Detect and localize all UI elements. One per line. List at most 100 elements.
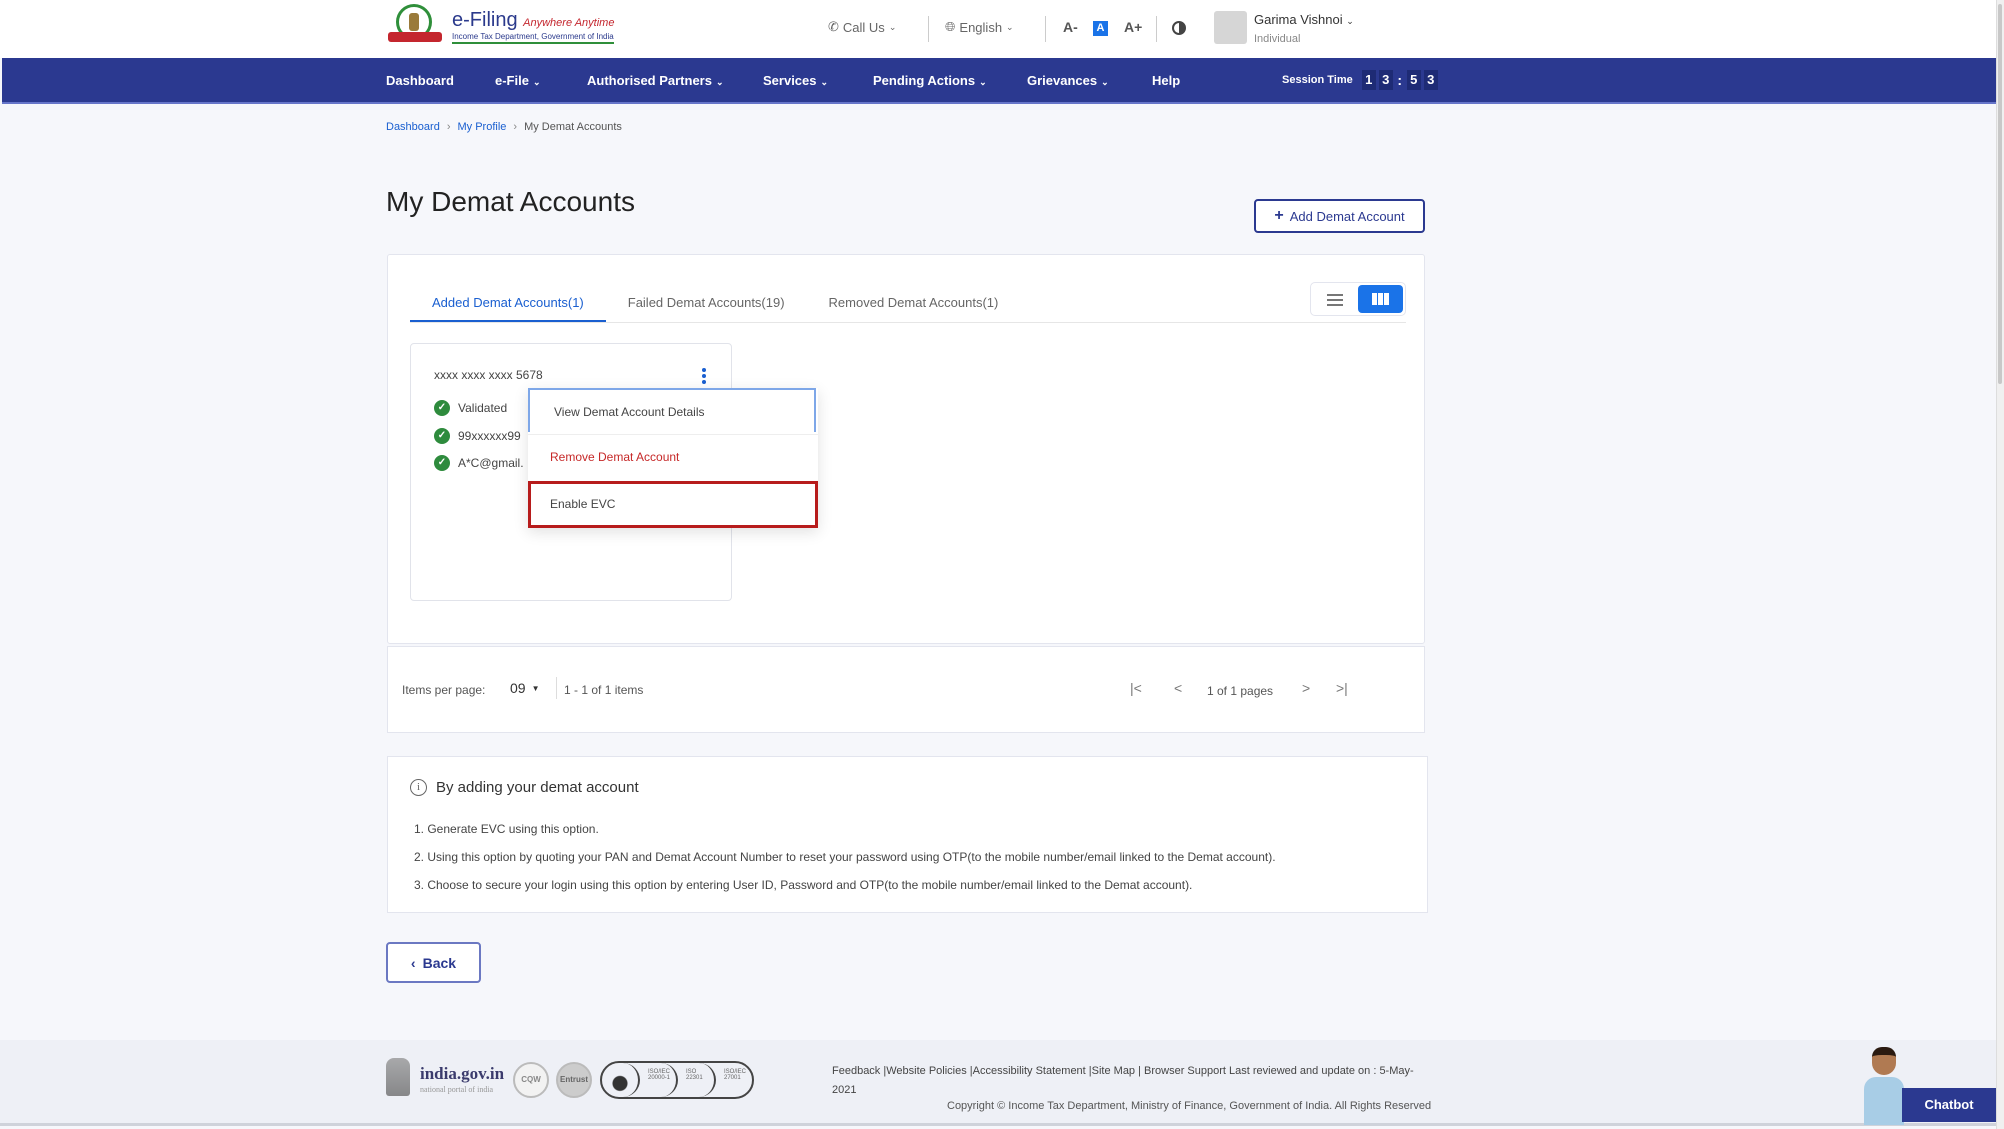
menu-remove-demat-account[interactable]: Remove Demat Account	[528, 434, 818, 478]
divider	[1156, 16, 1157, 42]
info-heading-text: By adding your demat account	[436, 779, 639, 796]
add-button-label: Add Demat Account	[1289, 208, 1405, 224]
nav-label: e-File	[495, 73, 529, 88]
nav-grievances[interactable]: Grievances ⌄	[1027, 73, 1109, 88]
session-digit: 3	[1378, 70, 1393, 90]
emblem-icon	[386, 4, 446, 48]
logo-subtitle: Income Tax Department, Government of Ind…	[452, 31, 614, 41]
logo-title: e-Filing	[452, 8, 518, 31]
account-status-validated: ✓ Validated	[434, 400, 507, 416]
chevron-down-icon: ⌄	[820, 77, 829, 87]
info-icon: i	[410, 779, 427, 796]
certification-badges: ISO/IEC 20000-1 ISO 22301 ISO/IEC 27001	[600, 1061, 754, 1099]
national-emblem-icon	[386, 1058, 410, 1096]
main-nav: Dashboard e-File ⌄ Authorised Partners ⌄ S…	[2, 58, 1996, 104]
call-us-dropdown[interactable]: ✆ Call Us ⌄	[828, 19, 896, 35]
language-dropdown[interactable]: 🌐︎ English ⌄	[945, 19, 1014, 35]
nav-help[interactable]: Help	[1152, 73, 1180, 88]
chatbot-avatar-icon[interactable]	[1862, 1047, 1906, 1125]
nav-label: Dashboard	[386, 73, 454, 88]
contrast-toggle-icon[interactable]	[1172, 21, 1186, 35]
caret-down-icon: ▼	[531, 683, 540, 693]
account-email: ✓ A*C@gmail.	[434, 455, 524, 471]
nav-services[interactable]: Services ⌄	[763, 73, 828, 88]
font-increase-button[interactable]: A+	[1124, 19, 1142, 35]
session-colon: :	[1397, 72, 1403, 88]
view-toggle	[1310, 282, 1406, 316]
chevron-down-icon: ⌄	[888, 21, 897, 32]
pagination-bar: Items per page: 09 ▼ 1 - 1 of 1 items |<…	[387, 646, 1425, 733]
chevron-right-icon: ›	[446, 121, 451, 133]
globe-icon: 🌐︎	[945, 19, 956, 34]
breadcrumb-dashboard[interactable]: Dashboard	[386, 121, 440, 133]
chevron-left-icon: ‹	[410, 954, 416, 971]
nav-label: Services	[763, 73, 817, 88]
info-line: 2. Using this option by quoting your PAN…	[414, 850, 1276, 864]
session-label: Session Time	[1282, 74, 1353, 86]
back-button[interactable]: ‹ Back	[386, 942, 481, 983]
more-options-icon[interactable]	[701, 368, 707, 384]
user-menu[interactable]: Garima Vishnoi ⌄	[1254, 12, 1354, 27]
chevron-down-icon: ⌄	[979, 77, 987, 87]
items-per-page-label: Items per page:	[402, 683, 486, 697]
back-label: Back	[422, 954, 457, 971]
account-mobile: ✓ 99xxxxxx99	[434, 428, 521, 444]
footer: india.gov.in national portal of india CQ…	[0, 1040, 1996, 1126]
page-info: 1 of 1 pages	[1207, 684, 1274, 698]
page-title: My Demat Accounts	[386, 186, 635, 217]
scrollbar-thumb[interactable]	[1998, 4, 2002, 384]
chevron-down-icon: ⌄	[532, 77, 541, 87]
last-page-icon[interactable]: >|	[1336, 680, 1348, 696]
chevron-down-icon: ⌄	[1346, 16, 1354, 26]
add-demat-account-button[interactable]: + Add Demat Account	[1254, 199, 1425, 233]
entrust-badge-icon: Entrust	[556, 1062, 592, 1098]
check-circle-icon: ✓	[434, 428, 450, 444]
breadcrumb: Dashboard › My Profile › My Demat Accoun…	[386, 121, 622, 133]
nav-label: Help	[1152, 73, 1181, 88]
avatar[interactable]	[1214, 11, 1247, 44]
chevron-down-icon: ⌄	[715, 77, 724, 87]
grid-view-icon[interactable]	[1358, 285, 1403, 313]
status-text: Validated	[458, 401, 508, 415]
next-page-icon[interactable]: >	[1302, 680, 1310, 696]
user-name: Garima Vishnoi	[1254, 12, 1343, 27]
session-timer: Session Time 1 3 : 5 3	[1282, 70, 1438, 90]
nav-label: Grievances	[1027, 73, 1098, 88]
breadcrumb-my-profile[interactable]: My Profile	[458, 121, 507, 133]
menu-view-demat-details[interactable]: View Demat Account Details	[528, 388, 816, 432]
font-decrease-button[interactable]: A-	[1063, 19, 1078, 35]
footer-links[interactable]: Feedback |Website Policies |Accessibilit…	[832, 1062, 1422, 1100]
tab-removed-demat-accounts[interactable]: Removed Demat Accounts(1)	[807, 283, 1021, 323]
nav-authorised-partners[interactable]: Authorised Partners ⌄	[587, 73, 724, 88]
divider	[1045, 16, 1046, 42]
items-per-page-select[interactable]: 09 ▼	[510, 680, 540, 696]
language-label: English	[959, 19, 1003, 35]
nav-efile[interactable]: e-File ⌄	[495, 73, 541, 88]
tab-failed-demat-accounts[interactable]: Failed Demat Accounts(19)	[606, 283, 807, 323]
nav-pending-actions[interactable]: Pending Actions ⌄	[873, 73, 987, 88]
session-digit: 5	[1406, 70, 1421, 90]
font-default-button[interactable]: A	[1093, 21, 1108, 36]
nav-label: Pending Actions	[873, 73, 976, 88]
menu-enable-evc[interactable]: Enable EVC	[528, 481, 818, 528]
chatbot-button[interactable]: Chatbot	[1902, 1088, 1996, 1122]
check-circle-icon: ✓	[434, 400, 450, 416]
first-page-icon[interactable]: |<	[1130, 680, 1142, 696]
phone-icon: ✆	[828, 19, 839, 34]
list-view-icon[interactable]	[1321, 291, 1349, 309]
prev-page-icon[interactable]: <	[1174, 680, 1182, 696]
india-gov-link[interactable]: india.gov.in	[420, 1064, 504, 1084]
tab-bar: Added Demat Accounts(1) Failed Demat Acc…	[410, 283, 1020, 323]
iso-cert-icon: ISO/IEC 20000-1	[640, 1063, 678, 1097]
iso-cert-icon: ISO 22301	[678, 1063, 716, 1097]
chevron-right-icon: ›	[513, 121, 518, 133]
breadcrumb-current: My Demat Accounts	[524, 121, 622, 133]
account-options-menu: View Demat Account Details Remove Demat …	[528, 388, 818, 528]
items-per-page-value: 09	[510, 680, 526, 696]
tab-added-demat-accounts[interactable]: Added Demat Accounts(1)	[410, 283, 606, 323]
efiling-logo[interactable]: e-Filing Anywhere Anytime Income Tax Dep…	[386, 4, 615, 48]
session-digit: 3	[1423, 70, 1438, 90]
nav-dashboard[interactable]: Dashboard	[386, 73, 454, 88]
cqw-badge-icon: CQW	[513, 1062, 549, 1098]
info-heading: i By adding your demat account	[410, 779, 639, 796]
